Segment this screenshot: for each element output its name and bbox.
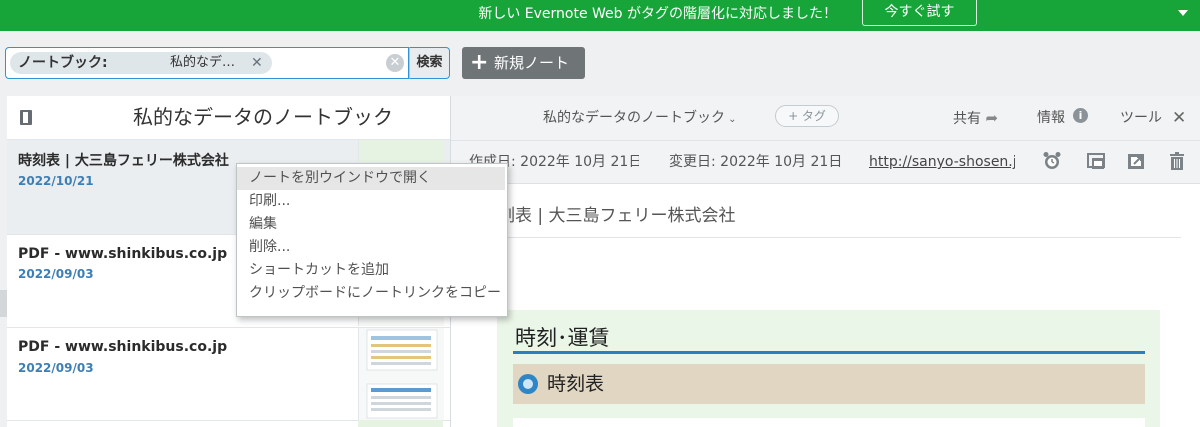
filter-value-label: 私的なデ… [170, 55, 236, 70]
note-notebook-label: 私的なデータのノートブック [543, 110, 725, 126]
new-note-label: 新規ノート [494, 54, 570, 72]
note-title: PDF - www.shinkibus.co.jp [18, 246, 228, 262]
note-date: 2022/10/21 [18, 174, 94, 188]
plus-icon: + [470, 50, 489, 75]
subsection-heading: 時刻表 [547, 373, 605, 395]
presentation-icon[interactable] [1086, 150, 1108, 172]
notebook-title: 私的なデータのノートブック [133, 105, 393, 129]
note-thumbnail [358, 316, 444, 326]
filter-key-label: ノートブック: [18, 55, 108, 71]
menu-item-copy-note-link[interactable]: クリップボードにノートリンクをコピー [237, 282, 505, 305]
pdf-thumbnail-preview [366, 329, 438, 419]
note-notebook-selector[interactable]: 私的なデータのノートブック ⌄ [543, 97, 737, 139]
note-title: 時刻表 | 大三島フェリー株式会社 [18, 153, 229, 169]
menu-item-print[interactable]: 印刷... [237, 190, 505, 213]
close-icon[interactable]: ✕ [1172, 97, 1186, 139]
search-button[interactable]: 検索 [409, 47, 450, 79]
reminder-alarm-icon[interactable] [1041, 150, 1063, 172]
share-label: 共有 [953, 111, 981, 127]
remove-filter-icon[interactable]: ✕ [251, 52, 263, 74]
note-date: 2022/09/03 [18, 361, 94, 375]
menu-item-delete[interactable]: 削除... [237, 236, 505, 259]
tools-label: ツール [1120, 110, 1162, 126]
share-button[interactable]: 共有 ➦ [953, 97, 998, 139]
menu-item-add-shortcut[interactable]: ショートカットを追加 [237, 259, 505, 282]
open-in-new-window-icon[interactable] [1126, 150, 1148, 172]
trash-icon[interactable] [1166, 150, 1188, 172]
banner-message: 新しい Evernote Web がタグの階層化に対応しました！ [478, 6, 837, 22]
section-heading: 時刻･運賃 [515, 326, 610, 350]
section-underline [513, 351, 1145, 354]
note-thumbnail [358, 140, 444, 162]
notebook-icon [20, 110, 32, 125]
tools-button[interactable]: ツール [1120, 97, 1162, 139]
try-now-button[interactable]: 今すぐ試す [862, 0, 977, 26]
chevron-down-icon: ⌄ [725, 114, 737, 125]
info-icon[interactable]: i [1073, 108, 1088, 123]
note-title: PDF - www.shinkibus.co.jp [18, 339, 228, 355]
menu-item-open-new-window[interactable]: ノートを別ウインドウで開く [237, 167, 505, 190]
new-note-button[interactable]: + 新規ノート [462, 47, 585, 79]
banner-collapse-icon[interactable] [1178, 10, 1188, 16]
menu-item-edit[interactable]: 編集 [237, 213, 505, 236]
note-date: 2022/09/03 [18, 267, 94, 281]
bullet-circle-icon [518, 374, 538, 394]
updated-date: 変更日: 2022年 10月 21日 [669, 154, 843, 170]
clear-search-icon[interactable]: ✕ [386, 54, 404, 72]
add-tag-button[interactable]: + タグ [775, 105, 839, 127]
share-arrow-icon: ➦ [985, 109, 999, 127]
note-thumbnail [358, 328, 444, 420]
info-label: 情報 [1037, 110, 1065, 126]
note-thumbnail [358, 420, 443, 427]
subsection-band [513, 364, 1145, 404]
sidebar-collapse-handle[interactable] [0, 290, 7, 317]
info-button[interactable]: 情報 [1037, 97, 1065, 139]
note-document-title[interactable]: 時刻表 | 大三島フェリー株式会社 [481, 200, 736, 232]
title-divider [481, 237, 1181, 238]
content-strip [513, 418, 1145, 427]
source-url-link[interactable]: http://sanyo-shosen.jp/ [869, 141, 1015, 183]
